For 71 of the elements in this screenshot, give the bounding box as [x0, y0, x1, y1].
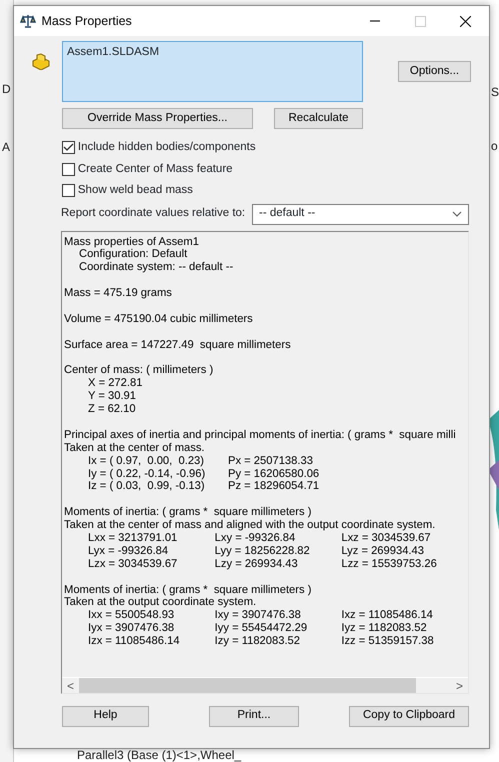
- report-value: Lxz = 3034539.67: [341, 532, 432, 545]
- report-value: Z = 62.10: [88, 403, 137, 416]
- dialog-button[interactable]: Copy to Clipboard: [349, 706, 469, 726]
- report-line: Configuration: Default: [78, 248, 188, 262]
- report-value: Lzx = 3034539.67: [88, 558, 178, 571]
- report-value: Izy = 1182083.52: [214, 635, 301, 648]
- report-value: X = 272.81: [88, 377, 144, 390]
- report-value: Izz = 51359157.38: [341, 635, 435, 648]
- report-value: Pz = 18296054.71: [228, 480, 320, 494]
- report-value: Lxx = 3213791.01: [88, 532, 178, 545]
- tree-item[interactable]: Parallel3 (Base (1)<1>,Wheel_: [77, 749, 242, 762]
- report-value: Iz = ( 0.03, 0.99, -0.13): [88, 480, 206, 494]
- report-value: Lyx = -99326.84: [88, 544, 170, 558]
- report-value: Py = 16206580.06: [228, 468, 320, 480]
- report-line: Moments of inertia: ( grams * square millimeters ): [64, 584, 312, 596]
- selection-item[interactable]: Assem1.SLDASM: [67, 44, 358, 62]
- horizontal-scrollbar[interactable]: < >: [62, 676, 468, 692]
- report-value: Iy = ( 0.22, -0.14, -0.96): [88, 468, 206, 480]
- report-value: Y = 30.91: [88, 390, 138, 404]
- report-value: Lxy = -99326.84: [214, 532, 296, 545]
- checkbox[interactable]: [62, 162, 75, 176]
- report-value: Ix = ( 0.97, 0.00, 0.23): [88, 454, 205, 468]
- report-line: Principal axes of inertia and principal moments of inertia: ( grams * square milli: [64, 428, 457, 442]
- report-value: Iyy = 55454472.29: [214, 622, 308, 636]
- report-line: Coordinate system: -- default --: [78, 261, 234, 274]
- report-value: Ixy = 3907476.38: [214, 609, 302, 622]
- report-value: Iyz = 1182083.52: [341, 622, 428, 636]
- report-value: Ixx = 5500548.93: [88, 609, 176, 622]
- assembly-icon: [32, 53, 50, 70]
- scroll-thumb[interactable]: [79, 678, 416, 692]
- checkbox-label: Include hidden bodies/components: [78, 140, 256, 156]
- report-line: Volume = 475190.04 cubic millimeters: [64, 312, 254, 326]
- minimize-icon[interactable]: [369, 20, 381, 22]
- report-value: Ixz = 11085486.14: [341, 609, 434, 622]
- background-text: D: [2, 81, 11, 98]
- checkbox-label: Create Center of Mass feature: [78, 162, 233, 177]
- report-line: Mass properties of Assem1: [64, 236, 200, 248]
- dialog-button[interactable]: Override Mass Properties...: [62, 108, 253, 129]
- report-value: Lyy = 18256228.82: [214, 544, 311, 558]
- checkbox[interactable]: [62, 184, 75, 198]
- coordinate-label: Report coordinate values relative to:: [61, 206, 246, 222]
- background-text: o: [491, 138, 498, 155]
- scroll-right-button[interactable]: >: [451, 678, 468, 692]
- report-value: Lyz = 269934.43: [341, 544, 425, 558]
- report-value: Lzz = 15539753.26: [341, 558, 438, 571]
- report-line: Taken at the output coordinate system.: [64, 596, 258, 610]
- report-line: Center of mass: ( millimeters ): [64, 364, 214, 378]
- selection-list[interactable]: Assem1.SLDASM: [62, 41, 363, 102]
- report-line: Taken at the center of mass and aligned with the output coordinate system.: [64, 519, 436, 532]
- checkbox[interactable]: [62, 141, 75, 154]
- report-line: Moments of inertia: ( grams * square millimeters ): [64, 506, 312, 520]
- report-line: Mass = 475.19 grams: [64, 287, 173, 300]
- scale-icon: [20, 13, 36, 29]
- checkbox-label: Show weld bead mass: [78, 183, 193, 198]
- scroll-left-button[interactable]: <: [62, 678, 79, 692]
- report-value: Iyx = 3907476.38: [88, 622, 176, 636]
- background-text: S: [491, 84, 499, 101]
- dialog-button[interactable]: Help: [62, 706, 149, 726]
- chevron-icon: [452, 211, 462, 217]
- background-text: A: [2, 139, 10, 156]
- options-button[interactable]: Options...: [398, 61, 471, 82]
- report-line: Taken at the center of mass.: [64, 442, 206, 455]
- window-title: Mass Properties: [42, 12, 133, 30]
- dialog-button[interactable]: Recalculate: [274, 108, 363, 129]
- dialog-button[interactable]: Print...: [209, 706, 299, 726]
- report-value: Lzy = 269934.43: [214, 558, 299, 571]
- report-line: Surface area = 147227.49 square millimeters: [64, 338, 292, 352]
- report-value: Px = 2507138.33: [228, 454, 314, 468]
- close-icon[interactable]: [460, 16, 471, 26]
- coordinate-dropdown[interactable]: -- default --: [252, 204, 469, 224]
- report-value: Izx = 11085486.14: [88, 635, 181, 648]
